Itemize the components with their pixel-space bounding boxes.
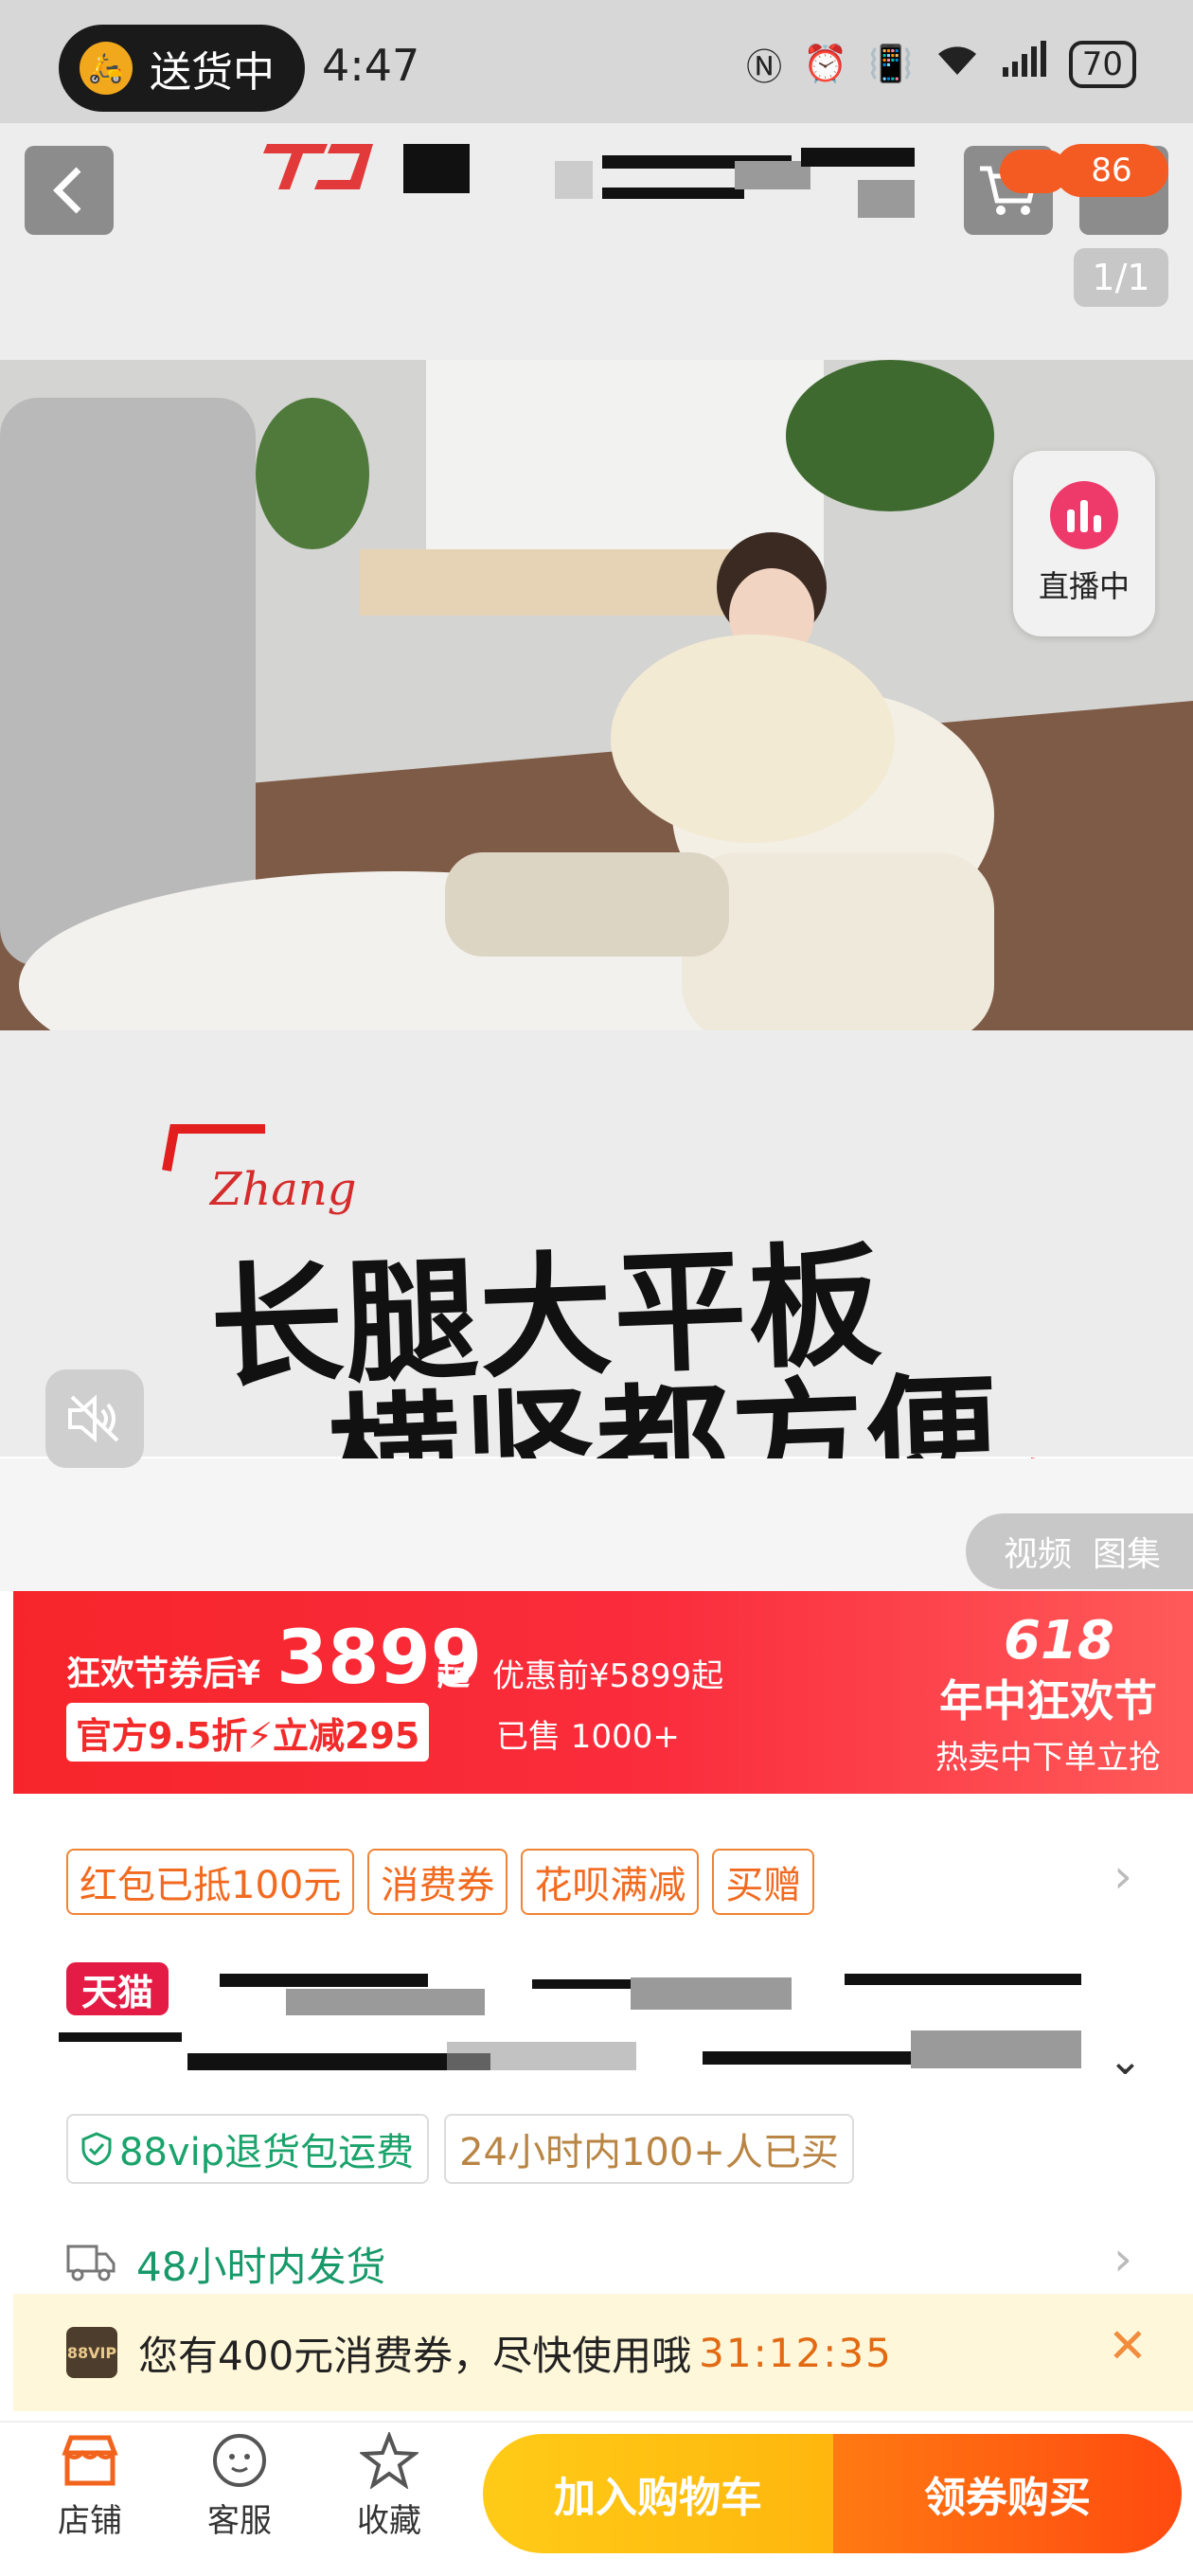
slogan-script: Zhang: [210, 1163, 357, 1216]
status-icons: Ⓝ ⏰ 📳 70: [746, 38, 1136, 90]
battery-indicator: 70: [1068, 40, 1136, 88]
sold-count: 已售 1000+: [496, 1718, 680, 1756]
recent-purchases-tag: 24小时内100+人已买: [444, 2114, 854, 2184]
delivery-label: 送货中: [150, 48, 275, 97]
close-icon[interactable]: ✕: [1108, 2318, 1148, 2373]
promo-tag[interactable]: 消费券: [367, 1849, 508, 1915]
speaker-muted-icon: [68, 1394, 119, 1443]
promo-tag[interactable]: 买赠: [712, 1849, 815, 1915]
delivery-truck-icon: [66, 2241, 116, 2293]
event-subtitle: 热卖中下单立抢: [935, 1739, 1161, 1777]
event-title: 年中狂欢节: [939, 1675, 1157, 1726]
service-label: 客服: [207, 2502, 272, 2540]
live-bars-icon: [1050, 481, 1118, 549]
brand-logo: [263, 144, 373, 189]
discount-tag: 官方9.5折⚡立减295: [66, 1703, 430, 1762]
alarm-icon: ⏰: [803, 43, 848, 84]
buy-with-coupon-button[interactable]: 领券购买: [833, 2434, 1182, 2553]
price-suffix: 起: [437, 1655, 470, 1693]
favorite-button[interactable]: 收藏: [337, 2432, 441, 2541]
tab-video[interactable]: 视频: [1004, 1527, 1072, 1576]
nfc-icon: Ⓝ: [746, 46, 783, 88]
chat-face-icon: [213, 2434, 266, 2487]
cart-count-badge: 86: [1055, 144, 1168, 197]
product-video[interactable]: [0, 360, 1193, 1030]
customer-service-button[interactable]: 客服: [187, 2432, 292, 2541]
favorite-label: 收藏: [357, 2502, 421, 2540]
redacted-store-name: [403, 142, 934, 218]
return-shipping-tag: 88vip退货包运费: [66, 2114, 430, 2184]
media-tabs: 视频 图集: [966, 1513, 1193, 1589]
promo-tag[interactable]: 红包已抵100元: [66, 1849, 355, 1915]
vip-badge: 88VIP: [66, 2327, 117, 2378]
service-tags: 88vip退货包运费 24小时内100+人已买: [66, 2114, 854, 2184]
promo-tag[interactable]: 花呗满减: [521, 1849, 700, 1915]
delivery-scooter-icon: 🛵: [80, 42, 133, 95]
expand-title-icon[interactable]: ⌄: [1108, 2036, 1143, 2084]
star-icon: [360, 2432, 418, 2489]
chevron-right-icon[interactable]: ›: [1113, 1849, 1132, 1904]
image-counter: 1/1: [1074, 248, 1168, 307]
price-label: 狂欢节券后¥: [66, 1655, 261, 1693]
coupon-notice[interactable]: 88VIP 您有400元消费券，尽快使用哦 31:12:35: [13, 2294, 1193, 2411]
store-icon: [62, 2435, 118, 2486]
live-label: 直播中: [1038, 568, 1130, 604]
video-frame: [0, 360, 1193, 1030]
add-to-cart-button[interactable]: 加入购物车: [483, 2434, 833, 2553]
shield-icon: [81, 2132, 112, 2166]
clock: 4:47: [322, 40, 420, 91]
mute-button[interactable]: [45, 1369, 144, 1468]
tmall-badge: 天猫: [66, 1962, 169, 2015]
tab-gallery[interactable]: 图集: [1093, 1527, 1161, 1576]
delivery-status-pill[interactable]: 🛵 送货中: [59, 25, 305, 112]
wifi-icon: [935, 41, 980, 87]
signal-icon: [1001, 41, 1048, 87]
store-label: 店铺: [58, 2502, 122, 2540]
notice-text: 您有400元消费券，尽快使用哦: [138, 2332, 692, 2379]
event-number: 618: [1004, 1610, 1114, 1672]
live-stream-button[interactable]: 直播中: [1013, 451, 1155, 636]
chevron-left-icon: [53, 167, 81, 214]
promo-tags[interactable]: 红包已抵100元 消费券 花呗满减 买赠: [66, 1849, 815, 1915]
chevron-right-icon[interactable]: ›: [1113, 2231, 1132, 2286]
vibrate-icon: 📳: [868, 43, 914, 84]
original-price: 优惠前¥5899起: [492, 1657, 724, 1695]
back-button[interactable]: [25, 146, 114, 235]
shipping-time: 48小时内发货: [136, 2244, 386, 2290]
redacted-product-title: [59, 1960, 1081, 2084]
store-button[interactable]: 店铺: [38, 2432, 142, 2541]
countdown-timer: 31:12:35: [699, 2329, 893, 2376]
